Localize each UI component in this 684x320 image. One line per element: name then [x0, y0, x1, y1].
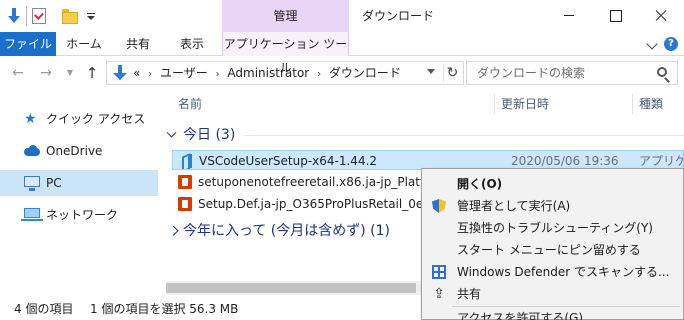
menu-item-pin-to-start[interactable]: スタート メニューにピン留めする	[424, 239, 683, 261]
forward-arrow-icon[interactable]: →	[38, 65, 54, 81]
context-menu: 開く(O) 管理者として実行(A) 互換性のトラブルシューティング(Y) スター…	[421, 168, 684, 320]
item-count: 4 個の項目	[14, 302, 74, 316]
breadcrumb-overflow[interactable]: «	[133, 66, 140, 80]
group-label: 今年に入って (今月は含めず) (1)	[183, 223, 390, 239]
menu-item-label: 管理者として実行(A)	[457, 199, 571, 213]
nav-item-pc[interactable]: PC	[0, 170, 158, 196]
tab-share[interactable]: 共有	[112, 32, 164, 56]
nav-item-label: PC	[46, 176, 62, 190]
selection-info: 1 個の項目を選択 56.3 MB	[90, 302, 239, 316]
chevron-down-icon[interactable]	[646, 38, 658, 50]
menu-item-run-as-admin[interactable]: 管理者として実行(A)	[424, 195, 683, 217]
close-button[interactable]	[638, 0, 684, 32]
context-tab-header: 管理	[222, 0, 349, 32]
refresh-icon[interactable]: ↻	[443, 64, 461, 82]
breadcrumb: « › ユーザー › Administrator › ダウンロード	[133, 62, 405, 84]
quick-access-toolbar-dropdown-icon[interactable]	[86, 8, 96, 24]
recent-locations-chevron-icon[interactable]: ▼	[62, 65, 78, 81]
column-header-date[interactable]: 更新日時	[494, 94, 549, 114]
menu-item-label: Windows Defender でスキャンする...	[457, 265, 670, 279]
tab-home[interactable]: ホーム	[56, 32, 112, 56]
defender-icon	[432, 265, 446, 279]
office-icon	[178, 175, 192, 189]
scrollbar-thumb[interactable]	[166, 283, 416, 293]
downloads-folder-icon	[113, 65, 127, 81]
file-name: VSCodeUserSetup-x64-1.44.2	[199, 154, 378, 168]
chevron-right-icon[interactable]: ›	[216, 69, 220, 80]
back-arrow-icon[interactable]: ←	[10, 65, 26, 81]
menu-item-compat-troubleshoot[interactable]: 互換性のトラブルシューティング(Y)	[424, 217, 683, 239]
minimize-button[interactable]	[546, 0, 592, 32]
nav-item-label: ネットワーク	[46, 208, 119, 222]
window-title: ダウンロード	[362, 9, 435, 23]
ribbon-tabs: ファイル ホーム 共有 表示 アプリケーション ツール ?	[0, 32, 684, 75]
chevron-right-icon[interactable]: ›	[148, 69, 152, 80]
menu-item-label: 互換性のトラブルシューティング(Y)	[457, 221, 653, 235]
chevron-right-icon	[168, 225, 179, 236]
group-header-this-year[interactable]: 今年に入って (今月は含めず) (1)	[166, 220, 390, 242]
tab-view[interactable]: 表示	[164, 32, 220, 56]
address-bar[interactable]: « › ユーザー › Administrator › ダウンロード ↻	[106, 61, 464, 85]
download-icon[interactable]	[8, 8, 20, 24]
office-icon	[178, 197, 192, 211]
chevron-down-icon	[166, 127, 177, 138]
divider	[244, 135, 684, 136]
nav-item-network[interactable]: ネットワーク	[0, 202, 158, 228]
menu-item-share[interactable]: ⇪ 共有	[424, 283, 683, 305]
column-header-type[interactable]: 種類	[632, 94, 663, 114]
navigation-pane: ★ クイック アクセス OneDrive PC ネットワーク	[0, 90, 158, 298]
search-placeholder: ダウンロードの検索	[477, 66, 586, 80]
tab-file[interactable]: ファイル	[0, 32, 56, 56]
menu-item-give-access[interactable]: アクセスを許可する(G)	[424, 307, 683, 320]
up-arrow-icon[interactable]: ↑	[84, 65, 100, 81]
menu-item-label: アクセスを許可する(G)	[457, 311, 584, 320]
uac-shield-icon	[432, 199, 446, 213]
file-row[interactable]: VSCodeUserSetup-x64-1.44.2 2020/05/06 19…	[172, 150, 684, 170]
nav-item-onedrive[interactable]: OneDrive	[0, 138, 158, 164]
chevron-right-icon[interactable]: ›	[317, 69, 321, 80]
menu-item-defender-scan[interactable]: Windows Defender でスキャンする...	[424, 261, 683, 283]
divider	[26, 6, 27, 26]
horizontal-scrollbar[interactable]	[166, 281, 422, 295]
nav-item-quick-access[interactable]: ★ クイック アクセス	[0, 106, 158, 132]
file-name: Setup.Def.ja-jp_O365ProPlusRetail_0e4c8c	[198, 197, 452, 211]
breadcrumb-administrator[interactable]: Administrator	[227, 66, 309, 80]
help-icon[interactable]: ?	[664, 37, 678, 51]
menu-item-open[interactable]: 開く(O)	[424, 173, 683, 195]
nav-item-label: クイック アクセス	[46, 112, 146, 126]
group-header-today[interactable]: 今日 (3)	[166, 124, 235, 146]
menu-item-label: スタート メニューにピン留めする	[457, 243, 641, 257]
properties-icon[interactable]	[32, 8, 46, 24]
network-icon	[21, 208, 43, 221]
title-bar: 管理 ダウンロード	[0, 0, 684, 32]
search-input[interactable]: ダウンロードの検索	[466, 61, 678, 85]
vscode-icon	[179, 154, 193, 168]
column-header-name[interactable]: 名前	[178, 94, 202, 114]
menu-item-label: 開く(O)	[457, 177, 503, 191]
group-label: 今日 (3)	[183, 127, 236, 143]
search-icon	[657, 67, 667, 77]
new-folder-icon[interactable]	[62, 8, 78, 24]
nav-item-label: OneDrive	[46, 144, 103, 158]
maximize-button[interactable]	[592, 0, 638, 32]
cloud-icon	[24, 144, 40, 158]
file-name: setuponenotefreeretail.x86.ja-jp_Platfor…	[198, 175, 454, 189]
breadcrumb-downloads[interactable]: ダウンロード	[329, 66, 401, 80]
breadcrumb-users[interactable]: ユーザー	[160, 66, 208, 80]
menu-item-label: 共有	[457, 287, 482, 301]
navigation-bar: ← → ▼ ↑ « › ユーザー › Administrator › ダウンロー…	[0, 56, 684, 90]
address-history-dropdown-icon[interactable]	[427, 69, 435, 74]
star-icon: ★	[24, 111, 37, 127]
tab-application-tools[interactable]: アプリケーション ツール	[222, 32, 349, 75]
computer-icon	[24, 176, 40, 191]
explorer-window: 管理 ダウンロード ファイル ホーム 共有 表示 アプリケーション ツール ? …	[0, 0, 684, 320]
share-icon: ⇪	[433, 286, 445, 302]
